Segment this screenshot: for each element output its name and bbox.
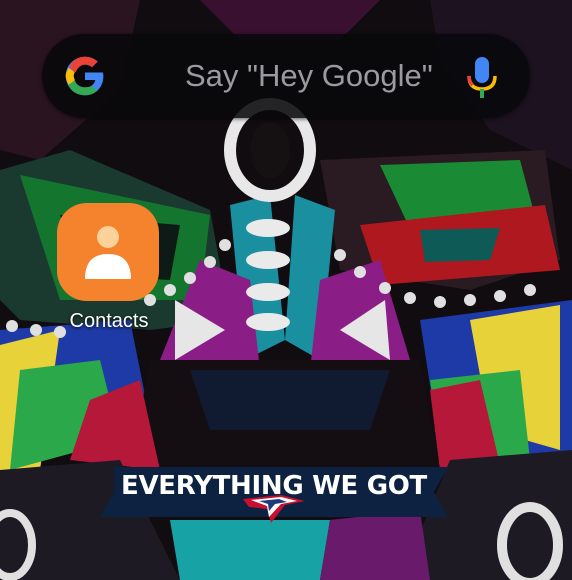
search-hint-text[interactable]: Say "Hey Google" (185, 56, 433, 96)
google-g-icon[interactable] (64, 55, 106, 97)
contacts-icon-background[interactable] (57, 203, 159, 301)
mic-icon[interactable] (464, 56, 500, 100)
google-search-bar[interactable]: Say "Hey Google" (42, 34, 530, 118)
contacts-icon[interactable] (79, 221, 137, 283)
contacts-app-label[interactable]: Contacts (47, 310, 171, 333)
contacts-app-icon[interactable]: Contacts (57, 203, 161, 343)
patriots-logo (243, 495, 305, 523)
wallpaper-banner: EVERYTHING WE GOT (100, 463, 448, 525)
